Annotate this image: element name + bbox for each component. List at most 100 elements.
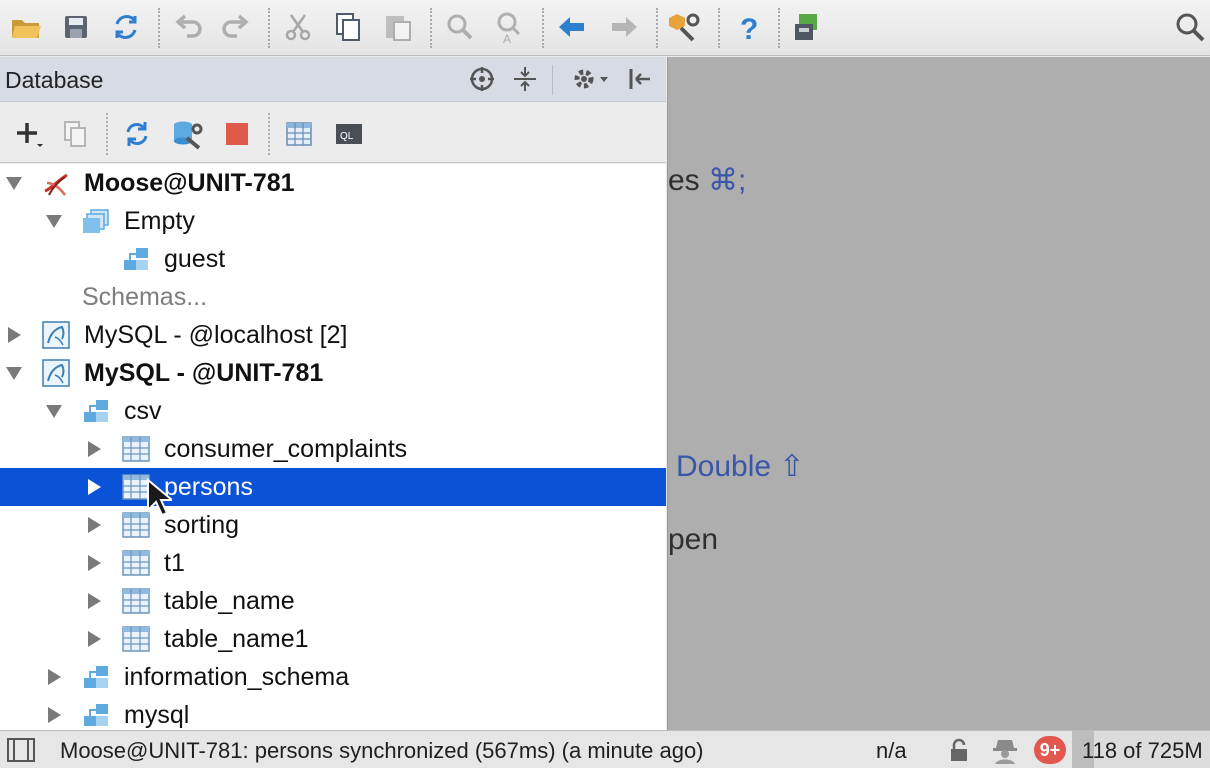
tree-row-label: table_name xyxy=(164,587,295,615)
add-icon[interactable] xyxy=(10,115,48,153)
tree-row-label: consumer_complaints xyxy=(164,435,408,463)
toolbar-separator xyxy=(268,113,270,155)
expand-arrow-icon[interactable] xyxy=(84,591,104,611)
forward-icon[interactable] xyxy=(604,7,644,47)
editor-hint-1: es ⌘; xyxy=(668,163,746,198)
tree-row[interactable]: mysql xyxy=(0,696,666,730)
tree-row[interactable]: Schemas... xyxy=(0,278,666,316)
sqlserver-icon xyxy=(41,169,71,197)
tree-row-label: Empty xyxy=(124,207,195,235)
memory-indicator[interactable]: 118 of 725M xyxy=(1072,731,1210,768)
save-all-icon[interactable] xyxy=(56,7,96,47)
expand-arrow-icon[interactable] xyxy=(84,629,104,649)
back-icon[interactable] xyxy=(552,7,592,47)
editor-placeholder-area: es ⌘; Double ⇧ pen xyxy=(667,57,1210,730)
open-folder-icon[interactable] xyxy=(6,7,46,47)
table-editor-icon[interactable] xyxy=(280,115,318,153)
schema-icon xyxy=(81,663,111,691)
undo-icon[interactable] xyxy=(168,7,208,47)
settings-gear-icon[interactable] xyxy=(566,63,614,95)
status-bar: Moose@UNIT-781: persons synchronized (56… xyxy=(0,730,1210,768)
table-icon xyxy=(121,549,151,577)
cut-icon[interactable] xyxy=(278,7,318,47)
sql-console-icon[interactable]: QL xyxy=(330,115,368,153)
caret-position[interactable]: n/a xyxy=(876,738,907,764)
tree-row-label: MySQL - @UNIT-781 xyxy=(84,359,324,387)
tree-row-label: sorting xyxy=(164,511,240,539)
redo-icon[interactable] xyxy=(216,7,256,47)
table-icon xyxy=(121,587,151,615)
search-everywhere-icon[interactable] xyxy=(1170,7,1210,47)
tree-row[interactable]: t1 xyxy=(0,544,666,582)
tree-row[interactable]: consumer_complaints xyxy=(0,430,666,468)
schema-icon xyxy=(81,397,111,425)
lock-icon[interactable] xyxy=(944,736,974,764)
expand-arrow-icon[interactable] xyxy=(84,439,104,459)
expand-arrow-icon[interactable] xyxy=(84,553,104,573)
hector-inspector-icon[interactable] xyxy=(990,736,1020,764)
tree-row[interactable]: Empty xyxy=(0,202,666,240)
refresh-icon[interactable] xyxy=(118,115,156,153)
svg-text:?: ? xyxy=(740,13,758,44)
copy-icon[interactable] xyxy=(328,7,368,47)
tree-row[interactable]: Moose@UNIT-781 xyxy=(0,164,666,202)
database-toolbar: QL xyxy=(0,103,666,163)
mysql-icon xyxy=(41,321,71,349)
collapse-arrow-icon[interactable] xyxy=(44,401,64,421)
svg-text:A: A xyxy=(503,32,511,44)
collapse-arrow-icon[interactable] xyxy=(44,211,64,231)
database-tree[interactable]: Moose@UNIT-781 Empty guest Schemas... MySQL … xyxy=(0,164,666,730)
editor-hint-1-text: es xyxy=(668,164,700,197)
collapse-all-icon[interactable] xyxy=(509,63,541,95)
schema-icon xyxy=(81,701,111,729)
editor-hint-3: pen xyxy=(668,523,719,556)
tree-row-label: t1 xyxy=(164,549,185,577)
synchronize-icon[interactable] xyxy=(106,7,146,47)
tool-windows-toggle-icon[interactable] xyxy=(6,736,36,764)
paste-icon[interactable] xyxy=(378,7,418,47)
expand-arrow-icon[interactable] xyxy=(44,667,64,687)
tree-row[interactable]: MySQL - @UNIT-781 xyxy=(0,354,666,392)
tree-row[interactable]: table_name1 xyxy=(0,620,666,658)
expand-arrow-icon[interactable] xyxy=(44,705,64,725)
tree-row-label: Moose@UNIT-781 xyxy=(84,169,295,197)
tree-row[interactable]: table_name xyxy=(0,582,666,620)
database-tool-window-header: Database xyxy=(0,57,666,102)
mouse-pointer-icon xyxy=(147,478,172,517)
help-icon[interactable]: ? xyxy=(728,7,768,47)
hide-panel-icon[interactable] xyxy=(624,63,656,95)
toolbar-separator xyxy=(718,8,720,48)
scroll-from-source-icon[interactable] xyxy=(466,63,498,95)
collapse-arrow-icon[interactable] xyxy=(4,173,24,193)
tree-row-label: Schemas... xyxy=(82,283,208,311)
tree-row[interactable]: csv xyxy=(0,392,666,430)
find-icon[interactable] xyxy=(440,7,480,47)
project-structure-icon[interactable] xyxy=(664,7,704,47)
svg-text:QL: QL xyxy=(340,131,354,142)
duplicate-icon[interactable] xyxy=(56,115,94,153)
tree-row[interactable]: MySQL - @localhost [2] xyxy=(0,316,666,354)
schema-icon xyxy=(121,245,151,273)
tree-row[interactable]: persons xyxy=(0,468,666,506)
toolbar-separator xyxy=(158,8,160,48)
data-source-properties-icon[interactable] xyxy=(168,115,206,153)
tool-window-title: Database xyxy=(5,67,104,93)
replace-icon[interactable]: A xyxy=(490,7,530,47)
memory-indicator-label: 118 of 725M xyxy=(1082,738,1203,763)
tree-row-label: guest xyxy=(164,245,226,273)
expand-arrow-icon[interactable] xyxy=(84,515,104,535)
status-message[interactable]: Moose@UNIT-781: persons synchronized (56… xyxy=(60,738,704,764)
stop-icon[interactable] xyxy=(218,115,256,153)
database-icon xyxy=(81,207,111,235)
tree-row[interactable]: sorting xyxy=(0,506,666,544)
collapse-arrow-icon[interactable] xyxy=(4,363,24,383)
tree-row-label: table_name1 xyxy=(164,625,309,653)
plugin-icon[interactable] xyxy=(786,7,826,47)
expand-arrow-icon[interactable] xyxy=(84,477,104,497)
expand-arrow-icon[interactable] xyxy=(4,325,24,345)
table-icon xyxy=(121,625,151,653)
toolbar-separator xyxy=(542,8,544,48)
notifications-badge[interactable]: 9+ xyxy=(1034,736,1066,764)
tree-row[interactable]: information_schema xyxy=(0,658,666,696)
tree-row[interactable]: guest xyxy=(0,240,666,278)
